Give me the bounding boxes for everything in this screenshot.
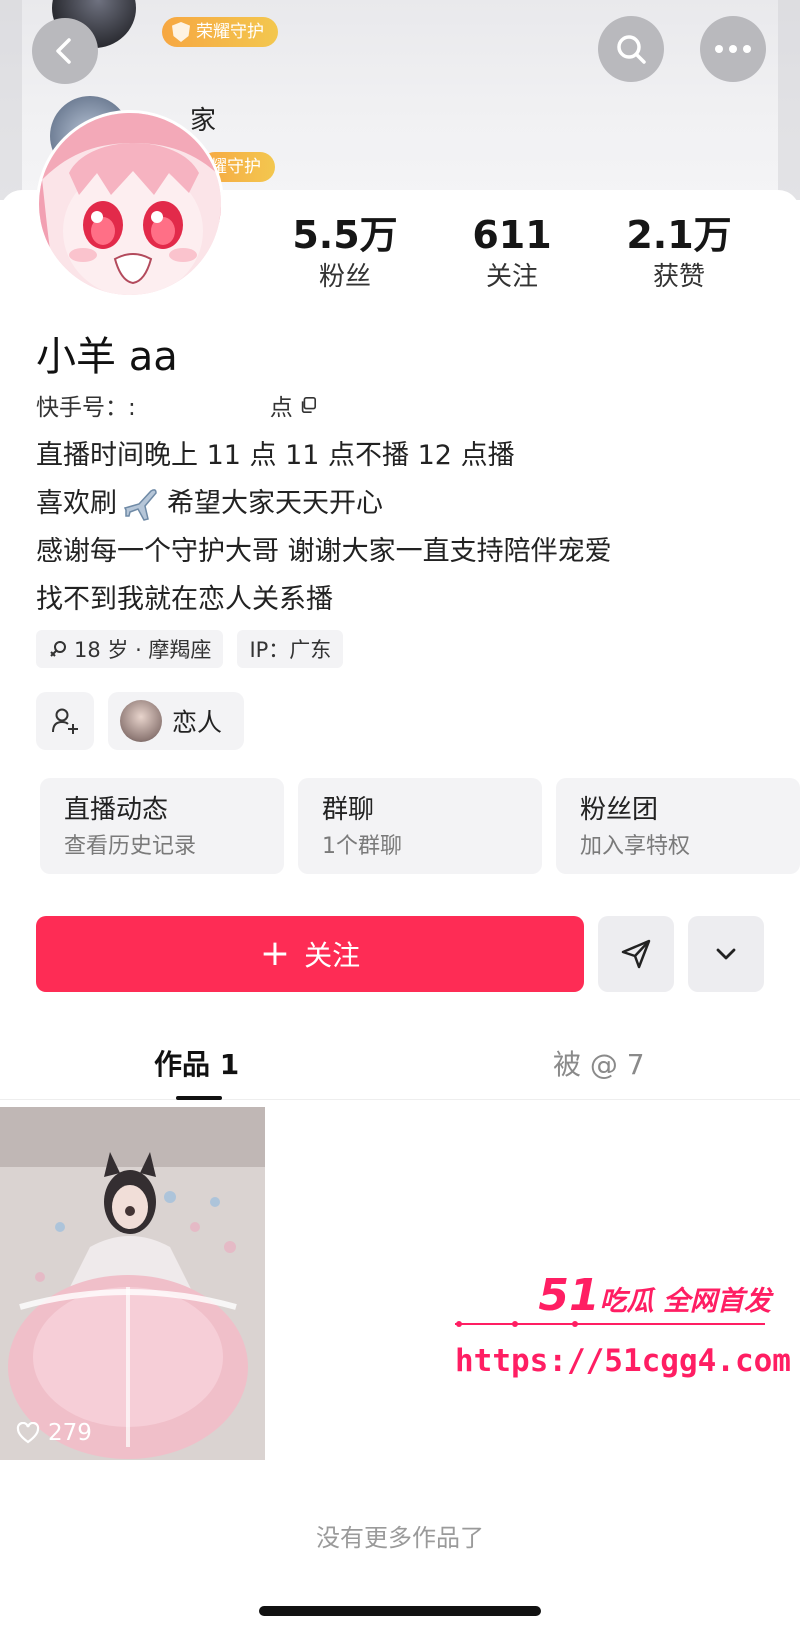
home-indicator[interactable] xyxy=(259,1606,541,1616)
following-label: 关注 xyxy=(485,262,538,292)
profile-bio: 直播时间晚上 11 点 11 点不播 12 点播 喜欢刷 希望大家天天开心 感谢… xyxy=(36,432,612,624)
feature-cards: 直播动态 查看历史记录 群聊 1个群聊 粉丝团 加入享特权 xyxy=(40,778,800,874)
add-user-icon xyxy=(52,708,78,734)
profile-avatar[interactable] xyxy=(36,110,224,298)
action-row: + 关注 xyxy=(36,916,764,992)
shield-icon xyxy=(172,22,190,42)
chevron-left-icon xyxy=(56,38,71,64)
stat-following[interactable]: 611 关注 xyxy=(437,213,587,295)
work-likes: 279 xyxy=(16,1420,92,1446)
follow-button[interactable]: + 关注 xyxy=(36,916,584,992)
video-cover-image xyxy=(0,1107,265,1460)
search-icon xyxy=(617,35,646,64)
tab-mentioned[interactable]: 被 @ 7 xyxy=(553,1040,645,1090)
group-chat-card[interactable]: 群聊 1个群聊 xyxy=(298,778,542,874)
redacted-id xyxy=(139,390,266,420)
banner-word: 家 xyxy=(190,106,217,136)
follow-label: 关注 xyxy=(304,939,361,972)
stat-followers[interactable]: 5.5万 粉丝 xyxy=(270,213,420,295)
kuaishou-id-row: 快手号：: 点 xyxy=(36,388,317,422)
bio-line-3: 感谢每一个守护大哥 谢谢大家一直支持陪伴宠爱 xyxy=(36,536,612,567)
followers-label: 粉丝 xyxy=(318,262,371,292)
tab-works[interactable]: 作品 1 xyxy=(154,1040,239,1090)
stat-likes[interactable]: 2.1万 获赞 xyxy=(604,213,754,295)
following-count: 611 xyxy=(472,213,552,257)
female-icon xyxy=(50,641,66,657)
kuaishou-id-suffix: 点 xyxy=(269,395,293,421)
followers-count: 5.5万 xyxy=(292,213,398,257)
age-zodiac-tag: 18 岁 · 摩羯座 xyxy=(36,630,224,668)
ip-location-tag: IP：广东 xyxy=(237,630,344,668)
relation-row: 恋人 xyxy=(36,692,245,750)
more-button[interactable] xyxy=(700,16,766,82)
bio-line-4: 找不到我就在恋人关系播 xyxy=(36,584,333,615)
banner-left-edge xyxy=(0,0,22,200)
heart-icon xyxy=(16,1422,40,1444)
lover-chip[interactable]: 恋人 xyxy=(108,692,245,750)
work-thumbnail[interactable]: 279 xyxy=(0,1107,265,1460)
watermark: 51吃瓜 全网首发 https://51cgg4.com xyxy=(455,1270,791,1380)
more-horizontal-icon xyxy=(715,45,751,53)
likes-label: 获赞 xyxy=(652,262,705,292)
send-icon xyxy=(621,939,651,969)
profile-tags: 18 岁 · 摩羯座 IP：广东 xyxy=(36,630,344,668)
no-more-works: 没有更多作品了 xyxy=(316,1524,484,1552)
honor-guard-badge: 荣耀守护 xyxy=(162,17,278,47)
profile-name: 小羊 aa xyxy=(36,334,178,380)
watermark-url: https://51cgg4.com xyxy=(455,1343,791,1379)
active-tab-indicator xyxy=(176,1096,222,1100)
plus-icon: + xyxy=(259,933,291,974)
live-history-card[interactable]: 直播动态 查看历史记录 xyxy=(40,778,284,874)
airplane-icon xyxy=(123,488,157,521)
lover-label: 恋人 xyxy=(172,708,223,737)
share-button[interactable] xyxy=(598,916,674,992)
content-tabs: 作品 1 被 @ 7 xyxy=(0,1040,800,1100)
copy-icon[interactable] xyxy=(299,396,317,414)
kuaishou-id-label: 快手号：: xyxy=(36,395,136,421)
back-button[interactable] xyxy=(32,18,98,84)
add-friend-button[interactable] xyxy=(36,692,94,750)
expand-button[interactable] xyxy=(688,916,764,992)
search-button[interactable] xyxy=(598,16,664,82)
fan-club-card[interactable]: 粉丝团 加入享特权 xyxy=(556,778,800,874)
bio-line-1: 直播时间晚上 11 点 11 点不播 12 点播 xyxy=(36,440,515,471)
watermark-title: 51吃瓜 全网首发 xyxy=(538,1270,771,1321)
anime-avatar-art xyxy=(39,113,221,295)
likes-count: 2.1万 xyxy=(626,213,732,257)
chevron-down-icon xyxy=(716,948,736,960)
lover-avatar xyxy=(120,700,162,742)
bio-line-2: 喜欢刷 希望大家天天开心 xyxy=(36,480,612,528)
banner-right-edge xyxy=(778,0,800,200)
